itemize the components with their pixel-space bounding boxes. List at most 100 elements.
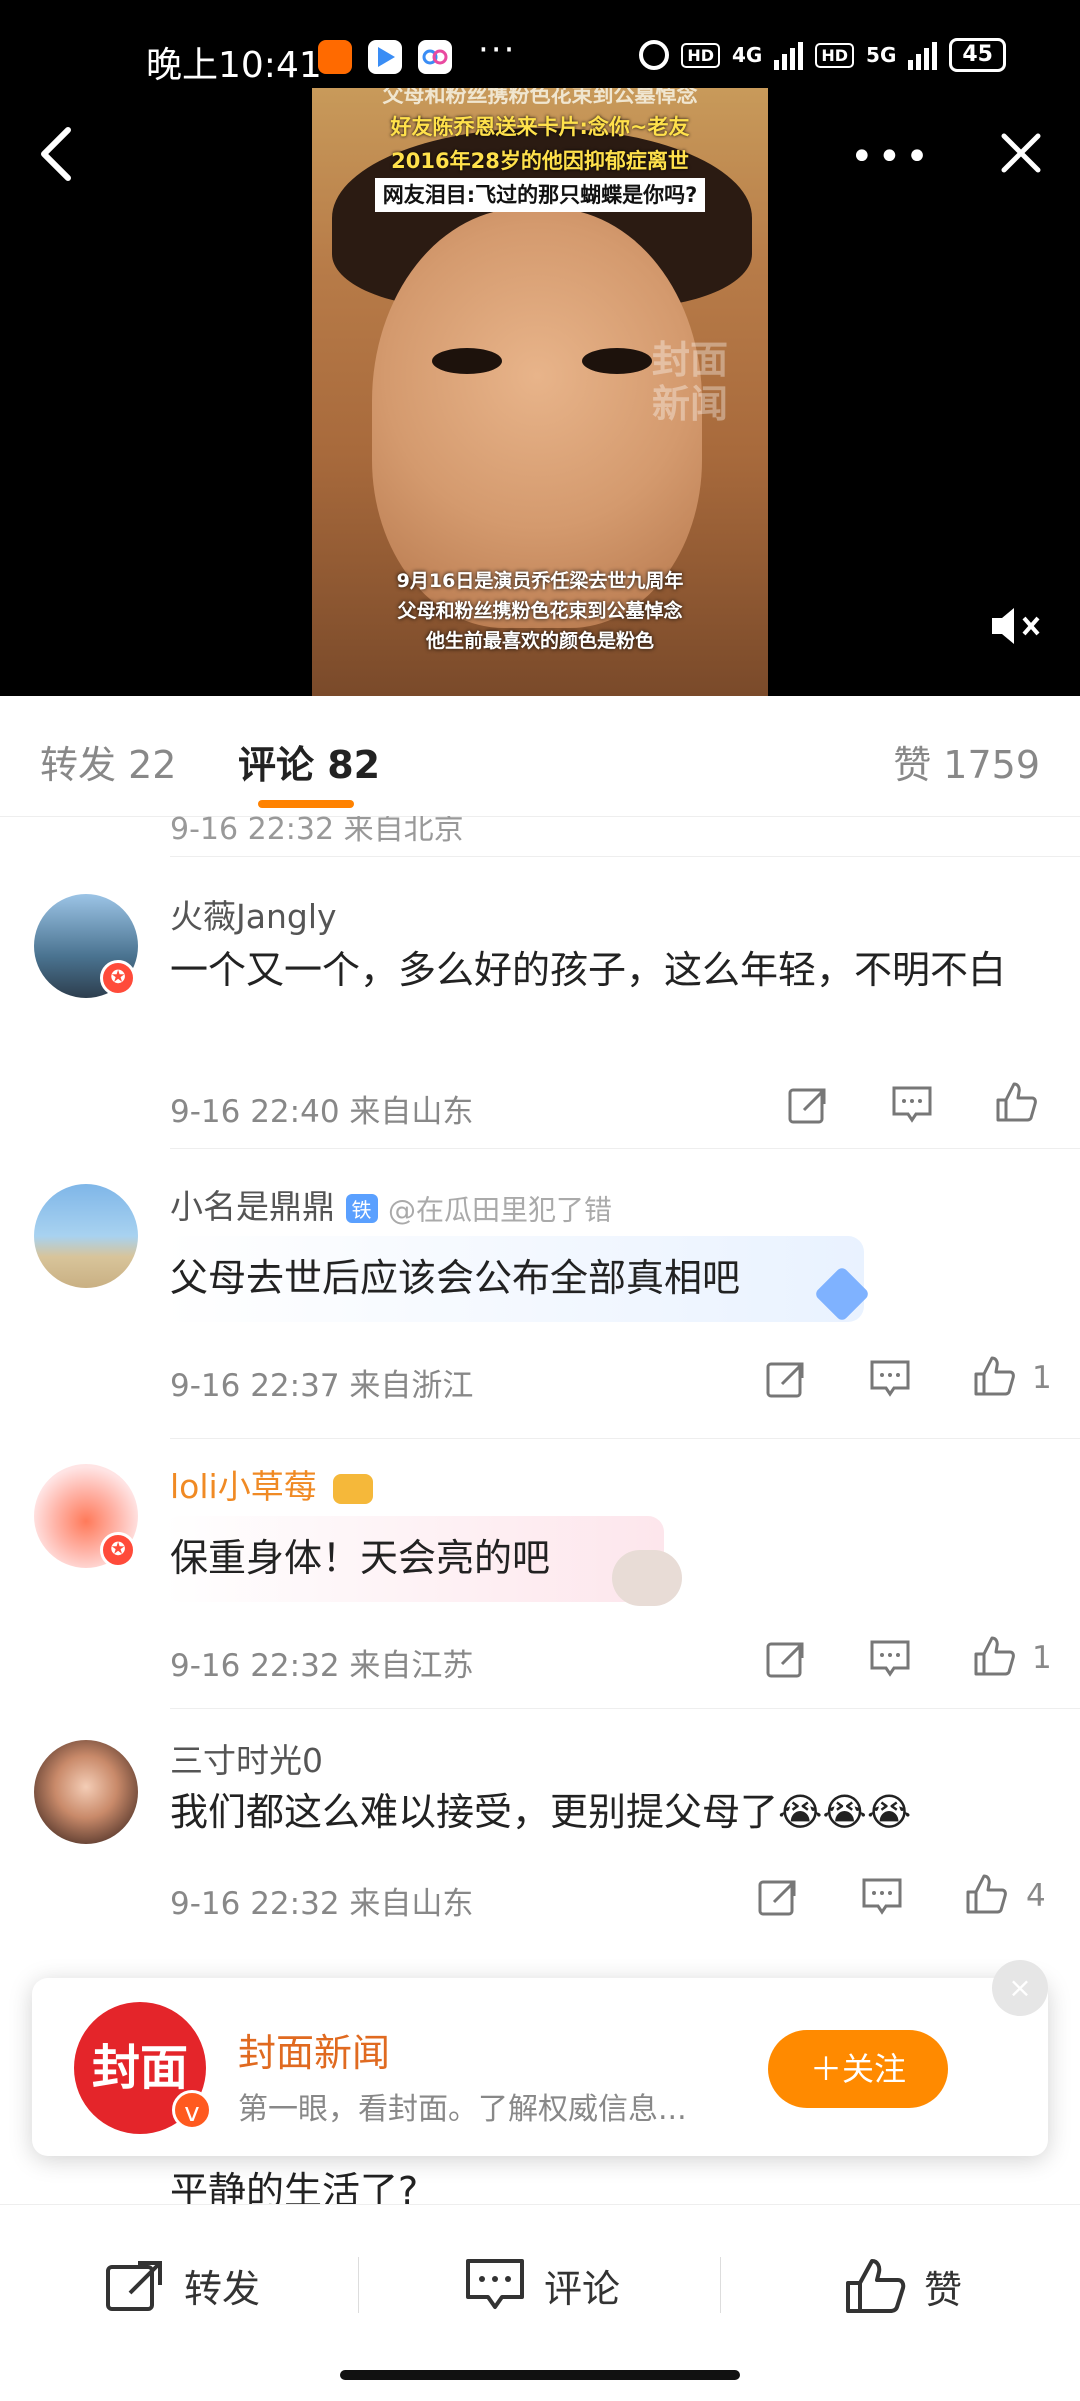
caption-bottom-line3: 他生前最喜欢的颜色是粉色 xyxy=(425,630,654,652)
comment-text-row: 我们都这么难以接受，更别提父母了😭😭😭 xyxy=(170,1782,1050,1842)
like-count: 1 xyxy=(1032,1640,1052,1676)
comment-username[interactable]: 火薇Jangly xyxy=(170,890,337,938)
comment-text: 保重身体！天会亮的吧 xyxy=(170,1536,551,1580)
status-right-icons: HD 4G HD 5G 45 xyxy=(639,38,1006,72)
share-icon[interactable] xyxy=(764,1356,808,1400)
video-frame[interactable]: 父母和粉丝携粉色花束到公墓悼念 好友陈乔恩送来卡片:念你~老友 2016年28岁… xyxy=(312,88,768,696)
video-watermark: 封面 新闻 xyxy=(652,338,728,426)
status-bar: 晚上10:41 ··· HD 4G HD 5G 45 xyxy=(0,0,1080,120)
divider xyxy=(170,1438,1080,1439)
hd-icon-2: HD xyxy=(815,42,855,68)
divider xyxy=(358,2257,359,2313)
like-count: 1 xyxy=(1032,1360,1052,1396)
follow-button[interactable]: ＋关注 xyxy=(768,2030,948,2108)
tab-comment[interactable]: 评论 82 xyxy=(238,734,380,789)
app-58-icon xyxy=(318,40,352,74)
caption-top-line2: 2016年28岁的他因抑郁症离世 xyxy=(391,149,689,173)
repost-button[interactable]: 转发 xyxy=(104,2257,260,2313)
tab-like[interactable]: 赞 1759 xyxy=(893,734,1040,789)
tab-bar: 转发 22 评论 82 赞 1759 xyxy=(0,696,1080,817)
network-4g-label: 4G xyxy=(732,43,763,67)
divider xyxy=(170,1148,1080,1149)
caption-top-line3: 网友泪目:飞过的那只蝴蝶是你吗? xyxy=(374,178,706,212)
like-icon[interactable] xyxy=(964,1872,1008,1916)
mute-icon[interactable] xyxy=(990,604,1046,648)
close-icon[interactable]: × xyxy=(992,1960,1048,2016)
video-area[interactable]: 父母和粉丝携粉色花束到公墓悼念 好友陈乔恩送来卡片:念你~老友 2016年28岁… xyxy=(0,0,1080,696)
comment-username-row: loli小草莓 xyxy=(170,1460,374,1508)
comment-meta: 9-16 22:40 来自山东 xyxy=(170,1094,474,1130)
like-button[interactable]: 赞 xyxy=(844,2257,962,2315)
comment-reply-icon[interactable] xyxy=(860,1874,904,1918)
cloud-app-icon xyxy=(418,40,452,74)
verified-v-icon: v xyxy=(172,2090,212,2130)
signal-icon-1 xyxy=(774,40,804,70)
alarm-icon xyxy=(639,40,670,70)
hd-icon: HD xyxy=(681,42,721,68)
comment-username[interactable]: 小名是鼎鼎 xyxy=(170,1187,335,1226)
share-icon[interactable] xyxy=(764,1636,808,1680)
publisher-name[interactable]: 封面新闻 xyxy=(238,2022,390,2077)
share-icon[interactable] xyxy=(786,1082,830,1126)
avatar[interactable] xyxy=(34,1184,138,1288)
divider xyxy=(170,1708,1080,1709)
back-icon[interactable] xyxy=(34,124,78,184)
repost-label: 转发 xyxy=(184,2266,261,2311)
like-icon[interactable] xyxy=(972,1354,1016,1398)
comment-item: 小名是鼎鼎 铁 @在瓜田里犯了错 父母去世后应该会公布全部真相吧 9-16 22… xyxy=(0,1160,1080,1440)
comment-text: 我们都这么难以接受，更别提父母了 xyxy=(170,1790,779,1834)
caption-bottom-line2: 父母和粉丝携粉色花束到公墓悼念 xyxy=(397,600,683,622)
like-label: 赞 xyxy=(924,2267,963,2312)
active-tab-indicator xyxy=(258,800,354,808)
play-store-icon xyxy=(368,40,402,74)
comment-reply-icon[interactable] xyxy=(868,1356,912,1400)
share-icon[interactable] xyxy=(756,1874,800,1918)
comment-username[interactable]: 三寸时光0 xyxy=(170,1734,323,1782)
crown-badge-icon xyxy=(333,1473,374,1504)
comment-label: 评论 xyxy=(544,2266,621,2311)
signal-icon-2 xyxy=(908,40,938,70)
previous-comment-partial: 9-16 22:32 来自北京 xyxy=(170,816,1080,857)
comment-reply-icon[interactable] xyxy=(868,1636,912,1680)
comment-item: ✪ 火薇Jangly 一个又一个，多么好的孩子，这么年轻，不明不白 9-16 2… xyxy=(0,880,1080,1150)
like-icon[interactable] xyxy=(994,1080,1038,1124)
watermark-line2: 新闻 xyxy=(651,382,728,426)
comment-username[interactable]: loli小草莓 xyxy=(170,1467,317,1506)
more-options-icon[interactable]: ••• xyxy=(850,134,933,180)
status-time: 晚上10:41 xyxy=(146,45,322,86)
comment-text: 父母去世后应该会公布全部真相吧 xyxy=(170,1256,741,1300)
like-count: 4 xyxy=(1026,1878,1046,1914)
watermark-line1: 封面 xyxy=(651,338,728,382)
crying-emoji-icon: 😭😭😭 xyxy=(778,1790,912,1834)
thumbs-up-icon xyxy=(846,2259,906,2313)
home-indicator[interactable] xyxy=(340,2370,740,2380)
divider xyxy=(720,2257,721,2313)
verified-badge-icon: ✪ xyxy=(100,960,136,996)
battery-icon: 45 xyxy=(949,38,1006,72)
status-app-icons xyxy=(318,40,452,74)
comment-meta: 9-16 22:32 来自山东 xyxy=(170,1886,474,1922)
comment-item: ✪ loli小草莓 保重身体！天会亮的吧 9-16 22:32 来自江苏 1 xyxy=(0,1440,1080,1710)
comment-meta: 9-16 22:32 来自江苏 xyxy=(170,1648,474,1684)
caption-bottom-line1: 9月16日是演员乔任梁去世九周年 xyxy=(396,570,684,592)
fan-medal-badge: 铁 xyxy=(345,1194,378,1223)
comment-reply-icon[interactable] xyxy=(890,1082,934,1126)
tab-repost[interactable]: 转发 22 xyxy=(40,734,176,789)
comment-button[interactable]: 评论 xyxy=(464,2257,620,2313)
fan-tag: @在瓜田里犯了错 xyxy=(388,1193,613,1227)
status-more-dots: ··· xyxy=(478,30,517,70)
share-icon xyxy=(106,2261,162,2311)
comment-username-row: 小名是鼎鼎 铁 @在瓜田里犯了错 xyxy=(170,1180,612,1229)
like-icon[interactable] xyxy=(972,1634,1016,1678)
comment-item: 三寸时光0 我们都这么难以接受，更别提父母了😭😭😭 9-16 22:32 来自山… xyxy=(0,1720,1080,1960)
comment-text: 一个又一个，多么好的孩子，这么年轻，不明不白 xyxy=(170,948,1007,992)
video-eye-right xyxy=(582,348,652,374)
comment-icon xyxy=(466,2259,524,2309)
sticker-decoration-icon xyxy=(612,1550,682,1606)
close-icon[interactable] xyxy=(996,128,1046,178)
follow-promo-card[interactable]: 封面 v 封面新闻 第一眼，看封面。了解权威信息... ＋关注 × xyxy=(32,1960,1048,2156)
avatar[interactable] xyxy=(34,1740,138,1844)
previous-comment-meta: 9-16 22:32 来自北京 xyxy=(170,816,464,847)
publisher-slogan: 第一眼，看封面。了解权威信息... xyxy=(238,2092,687,2127)
network-5g-label: 5G xyxy=(866,43,897,67)
